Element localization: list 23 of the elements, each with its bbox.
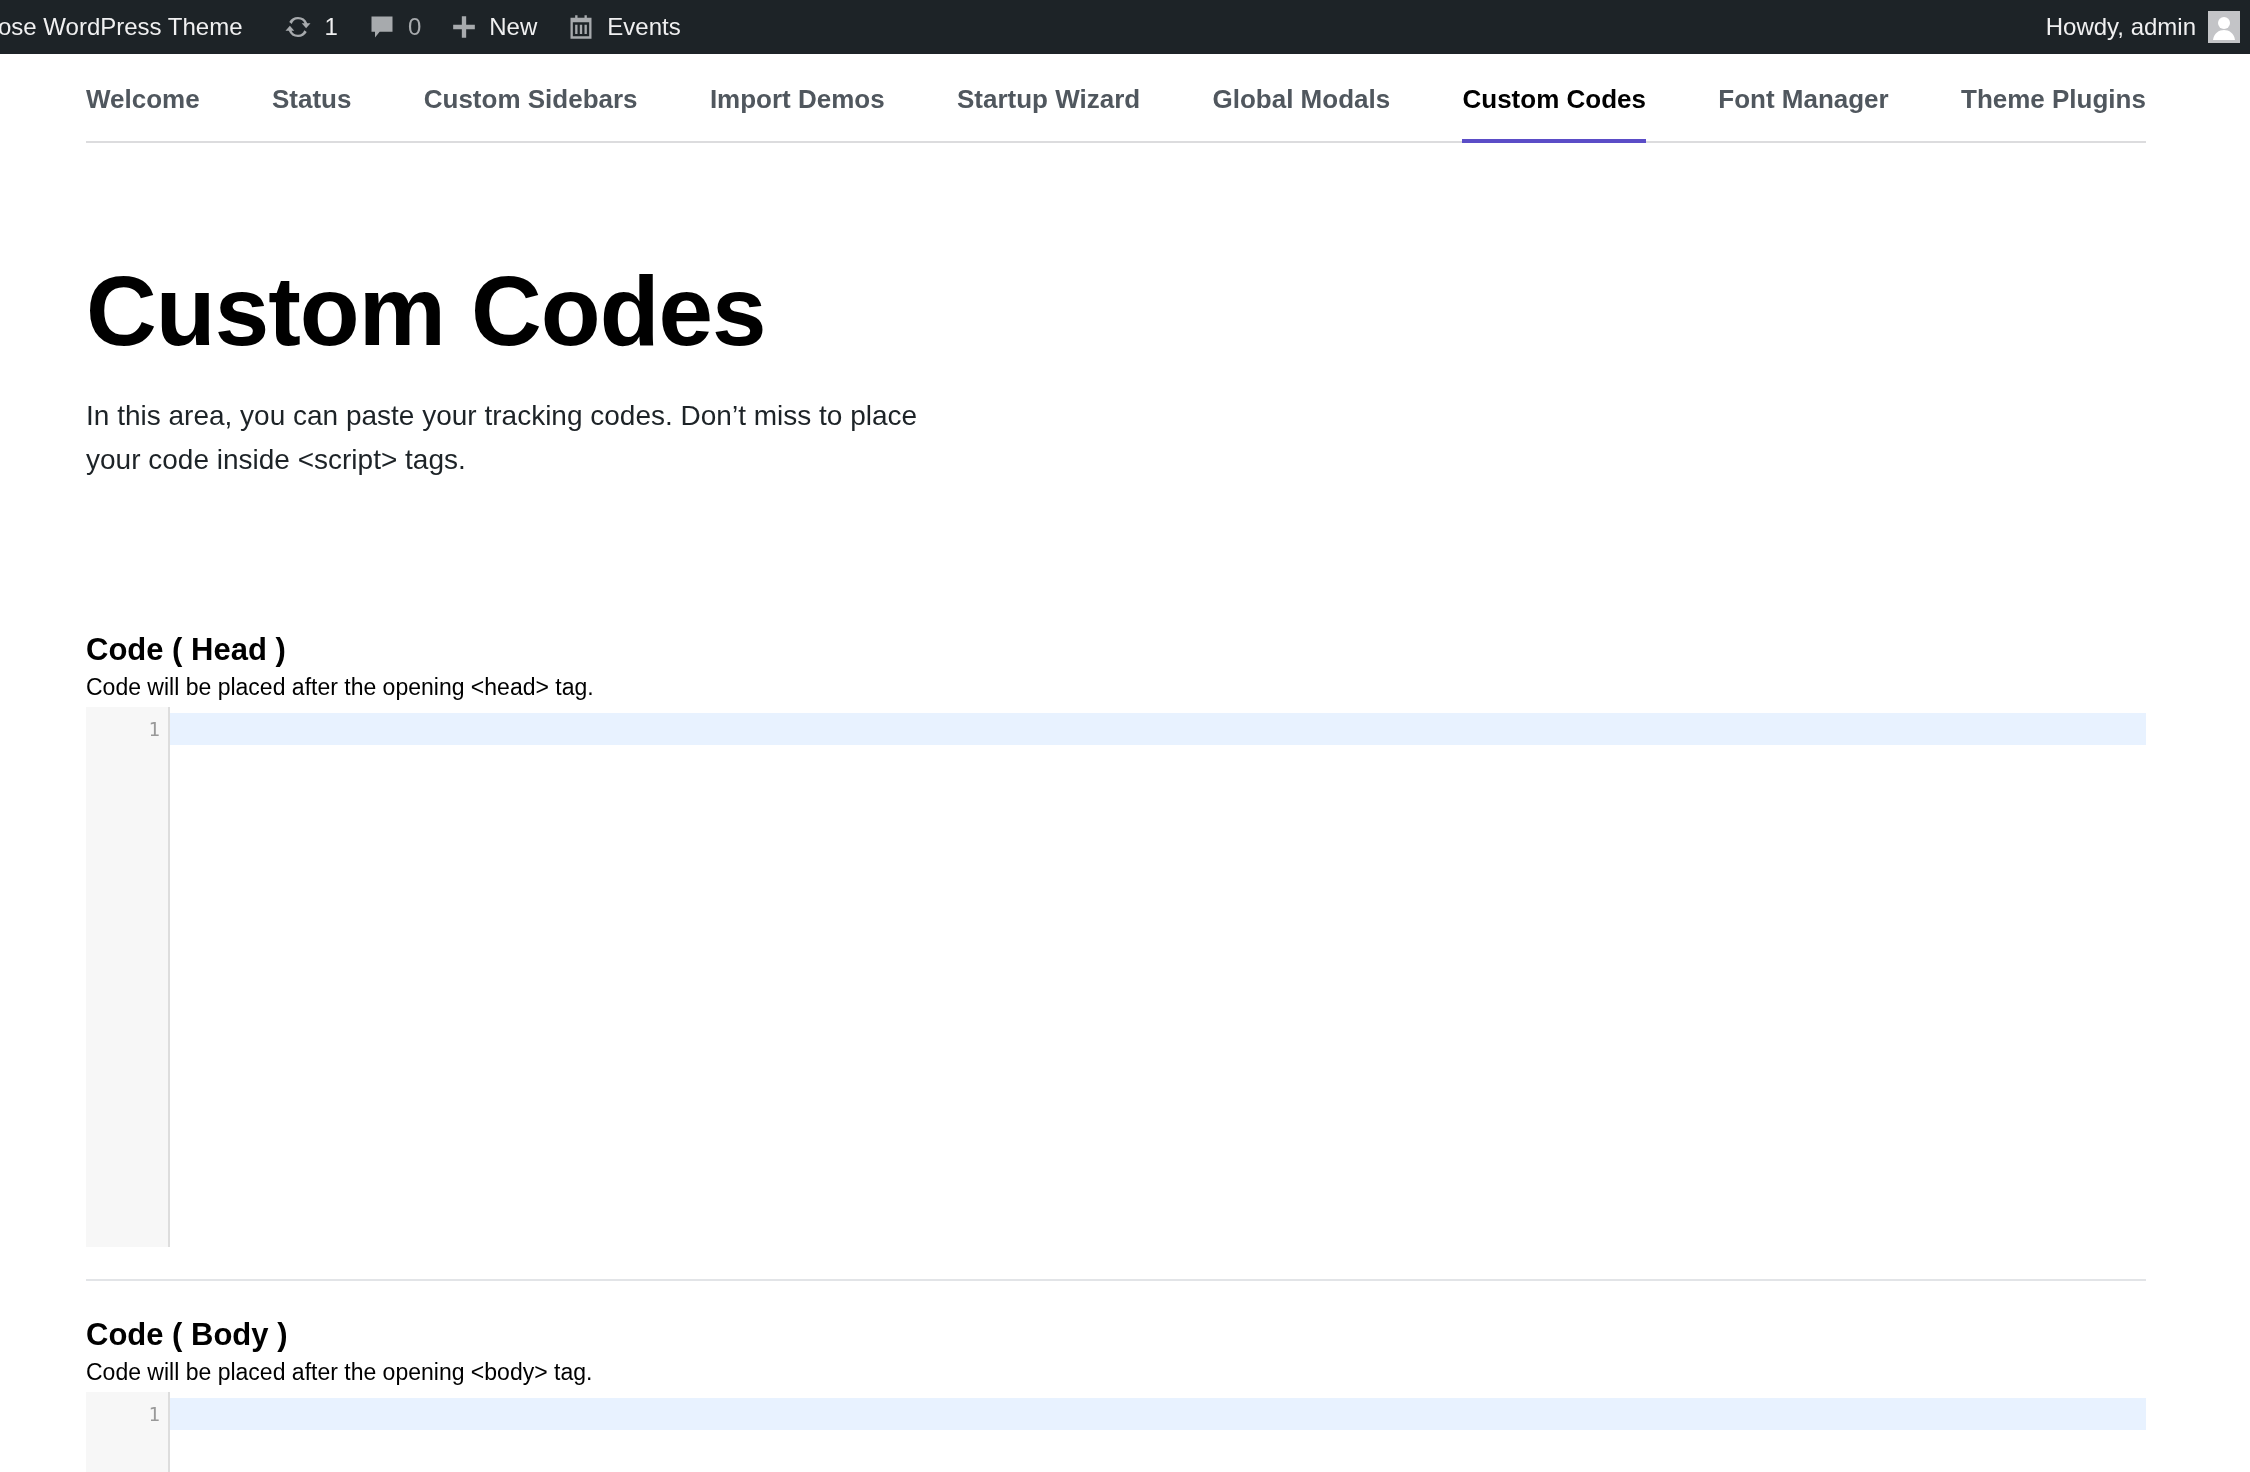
comments-count[interactable]: 0 (407, 13, 422, 41)
updates-count[interactable]: 1 (324, 13, 338, 41)
page-description: In this area, you can paste your tracking codes. Don’t miss to place your code inside <script> tags. (86, 398, 919, 477)
line-number: 1 (147, 716, 161, 742)
section-description: Code will be placed after the opening <body> tag. (86, 1358, 594, 1386)
new-link[interactable]: New (489, 13, 538, 41)
section-title: Code ( Head ) (86, 631, 287, 668)
nav-tab[interactable]: Startup Wizard (957, 54, 1141, 143)
nav-tab[interactable]: Custom Sidebars (423, 54, 638, 143)
nav-tab[interactable]: Status (272, 54, 352, 143)
plus-icon[interactable] (451, 14, 478, 40)
events-link[interactable]: Events (607, 13, 681, 41)
nav-tab[interactable]: Global Modals (1212, 54, 1391, 143)
nav-tab[interactable]: Custom Codes (1462, 54, 1646, 143)
page-title: Custom Codes (86, 258, 767, 366)
nav-tab[interactable]: Font Manager (1718, 54, 1889, 143)
section-title: Code ( Body ) (86, 1316, 289, 1353)
nav-tab[interactable]: Theme Plugins (1961, 54, 2146, 143)
nav-tab[interactable]: Import Demos (709, 54, 885, 143)
nav-tab[interactable]: Welcome (86, 54, 200, 143)
line-number: 1 (147, 1401, 161, 1427)
section-description: Code will be placed after the opening <head> tag. (86, 673, 595, 701)
greeting-link[interactable]: Howdy, admin (2045, 13, 2196, 41)
